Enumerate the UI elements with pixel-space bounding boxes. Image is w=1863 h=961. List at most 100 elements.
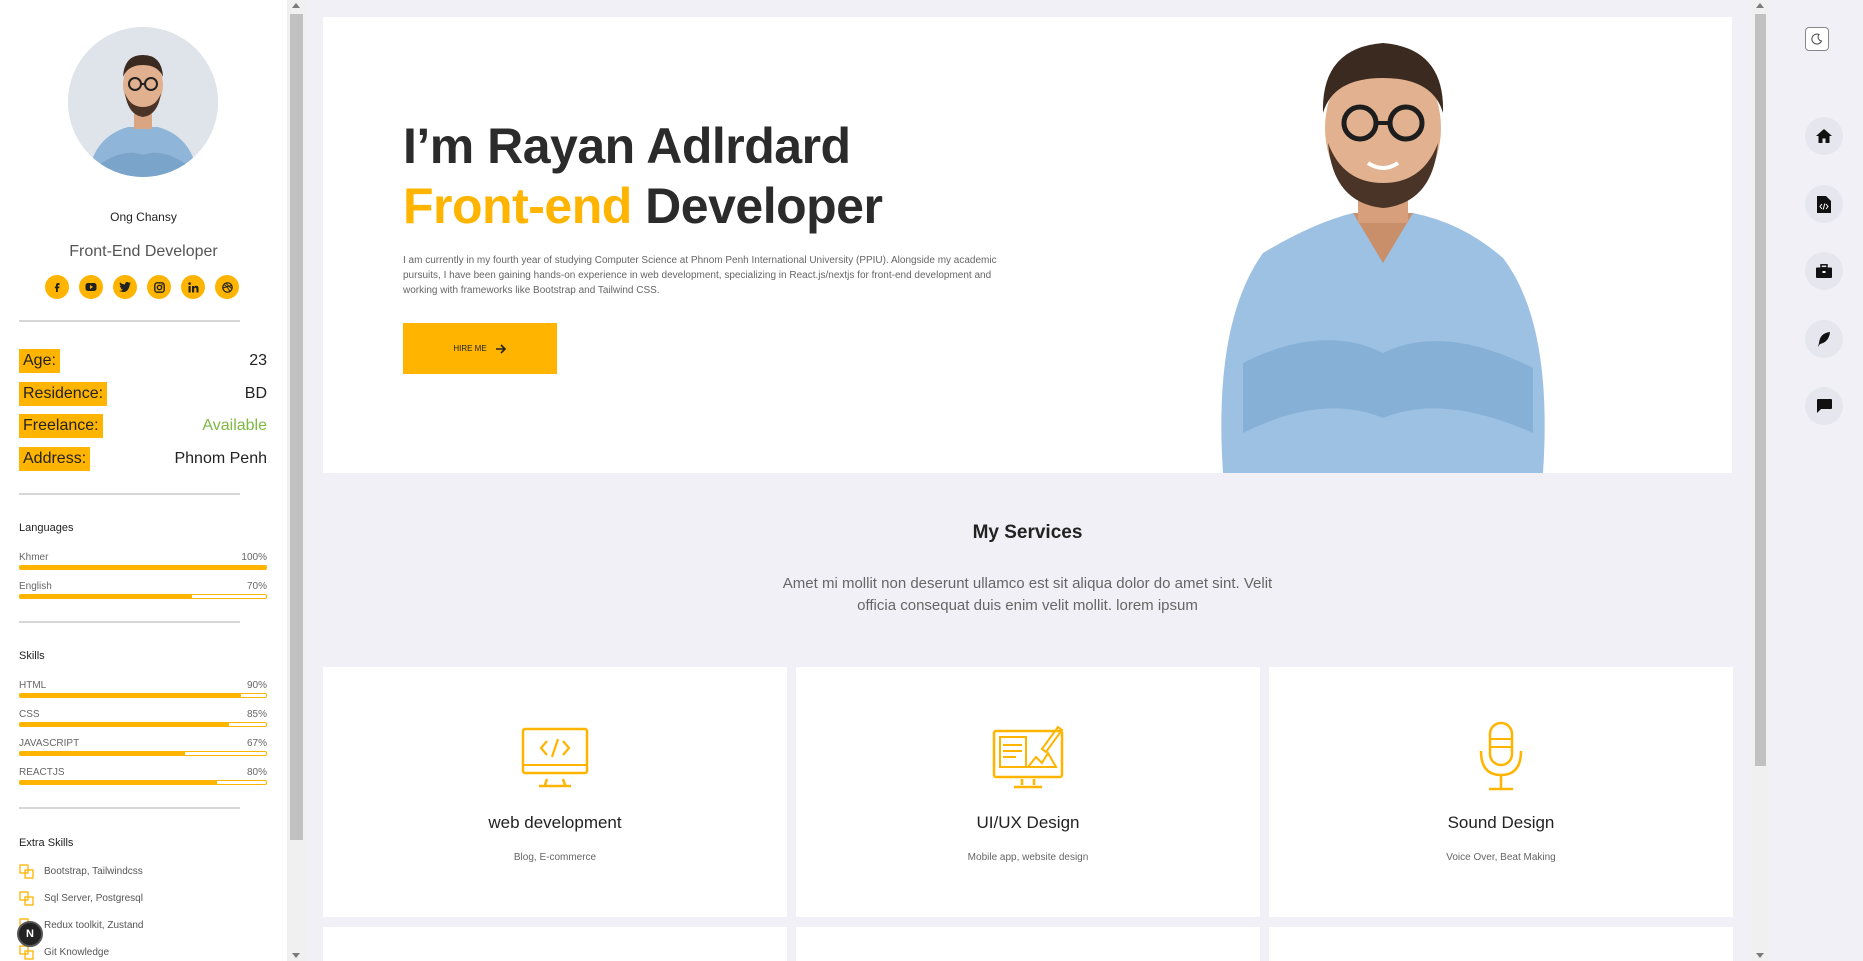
progress-bar xyxy=(19,594,267,599)
progress-bar xyxy=(19,565,267,570)
briefcase-icon xyxy=(1816,264,1832,278)
bar-label: English xyxy=(19,581,52,592)
divider xyxy=(19,493,240,495)
service-subtitle: Blog, E-commerce xyxy=(513,852,597,863)
code-file-icon xyxy=(1817,195,1831,213)
hero-portrait xyxy=(1221,43,1545,473)
bar-percent: 85% xyxy=(246,709,267,720)
scroll-down-icon[interactable] xyxy=(292,953,300,958)
extra-skill-label: Redux toolkit, Zustand xyxy=(44,920,144,931)
arrow-right-icon xyxy=(495,343,506,354)
youtube-icon[interactable] xyxy=(79,275,103,299)
main-scrollbar-thumb[interactable] xyxy=(1755,14,1766,766)
hero-accent-text: Front-end xyxy=(403,178,632,234)
progress-fill xyxy=(20,694,242,697)
scroll-up-icon[interactable] xyxy=(1756,3,1764,8)
design-monitor-icon xyxy=(992,725,1064,789)
hero-subheading: Front-end Developer xyxy=(403,177,883,235)
service-card-ui-ux-design: UI/UX Design Mobile app, website design xyxy=(796,667,1260,917)
layers-icon xyxy=(19,864,34,879)
extra-skill-item: Git Knowledge xyxy=(19,945,109,960)
extra-skill-label: Git Knowledge xyxy=(44,947,110,958)
feather-icon xyxy=(1818,332,1830,347)
info-label: Address: xyxy=(19,447,91,471)
info-value: BD xyxy=(244,385,267,402)
bar-label: JAVASCRIPT xyxy=(19,738,80,749)
hire-me-button[interactable]: HIRE ME xyxy=(403,323,557,374)
progress-fill xyxy=(20,752,185,755)
bar-label: CSS xyxy=(19,709,40,720)
extra-skill-label: Sql Server, Postgresql xyxy=(44,893,143,904)
nav-blog-button[interactable] xyxy=(1805,320,1843,358)
nav-services-button[interactable] xyxy=(1805,185,1843,223)
avatar xyxy=(68,27,218,177)
service-card-sound-design: Sound Design Voice Over, Beat Making xyxy=(1269,667,1733,917)
hero-description: I am currently in my fourth year of stud… xyxy=(403,255,997,296)
hero-heading: I’m Rayan Adlrdard xyxy=(403,118,851,174)
skills-title: Skills xyxy=(19,650,45,662)
bar-percent: 67% xyxy=(246,738,267,749)
service-card-partial xyxy=(1269,927,1733,961)
service-name: Sound Design xyxy=(1447,813,1555,832)
service-subtitle: Mobile app, website design xyxy=(967,852,1089,863)
dribbble-icon[interactable] xyxy=(215,275,239,299)
progress-fill xyxy=(20,566,266,569)
profile-name: Ong Chansy xyxy=(110,210,177,224)
bar-percent: 90% xyxy=(246,680,267,691)
info-value: Phnom Penh xyxy=(174,450,267,467)
info-label: Freelance: xyxy=(19,414,103,438)
nav-home-button[interactable] xyxy=(1805,117,1843,155)
theme-toggle-button[interactable] xyxy=(1805,27,1829,51)
hire-me-label: HIRE ME xyxy=(453,344,487,353)
microphone-icon xyxy=(1479,721,1523,791)
service-card-partial xyxy=(796,927,1260,961)
progress-bar xyxy=(19,693,267,698)
instagram-icon[interactable] xyxy=(147,275,171,299)
hero-role-text: Developer xyxy=(631,178,883,234)
info-value: Available xyxy=(202,417,267,434)
extra-skill-item: Sql Server, Postgresql xyxy=(19,891,143,906)
layers-icon xyxy=(19,945,34,960)
divider xyxy=(19,320,240,322)
nav-portfolio-button[interactable] xyxy=(1805,252,1843,290)
info-value: 23 xyxy=(249,352,267,369)
bar-label: REACTJS xyxy=(19,767,65,778)
moon-icon xyxy=(1811,33,1823,45)
code-monitor-icon xyxy=(521,727,589,788)
sidebar: Ong Chansy Front-End Developer Age: 23 R… xyxy=(0,0,287,961)
scroll-up-icon[interactable] xyxy=(292,3,300,8)
progress-fill xyxy=(20,595,193,598)
progress-fill xyxy=(20,781,217,784)
progress-bar xyxy=(19,751,267,756)
twitter-icon[interactable] xyxy=(113,275,137,299)
service-subtitle: Voice Over, Beat Making xyxy=(1446,852,1556,863)
info-freelance: Freelance: Available xyxy=(19,414,267,438)
bar-percent: 80% xyxy=(246,767,267,778)
bar-percent: 70% xyxy=(246,581,267,592)
info-address: Address: Phnom Penh xyxy=(19,447,267,471)
progress-fill xyxy=(20,723,230,726)
extra-skills-title: Extra Skills xyxy=(19,837,74,849)
social-links xyxy=(45,275,239,299)
divider xyxy=(19,807,240,809)
scroll-down-icon[interactable] xyxy=(1756,953,1764,958)
nav-contact-button[interactable] xyxy=(1805,387,1843,425)
extra-skill-label: Bootstrap, Tailwindcss xyxy=(44,866,143,877)
progress-bar xyxy=(19,780,267,785)
facebook-icon[interactable] xyxy=(45,275,69,299)
layers-icon xyxy=(19,891,34,906)
extra-skill-item: Bootstrap, Tailwindcss xyxy=(19,864,143,879)
service-card-web-development: web development Blog, E-commerce xyxy=(323,667,787,917)
bar-percent: 100% xyxy=(241,552,267,563)
services-description: Amet mi mollit non deserunt ullamco est … xyxy=(782,575,1273,614)
sidebar-scrollbar-thumb[interactable] xyxy=(290,14,303,840)
bar-label: Khmer xyxy=(19,552,49,563)
services-title: My Services xyxy=(972,522,1083,543)
info-label: Residence: xyxy=(19,382,108,406)
profile-role: Front-End Developer xyxy=(69,243,218,260)
languages-title: Languages xyxy=(19,522,74,534)
info-residence: Residence: BD xyxy=(19,382,267,406)
service-name: UI/UX Design xyxy=(976,813,1080,832)
linkedin-icon[interactable] xyxy=(181,275,205,299)
nextjs-badge[interactable]: N xyxy=(17,921,43,947)
